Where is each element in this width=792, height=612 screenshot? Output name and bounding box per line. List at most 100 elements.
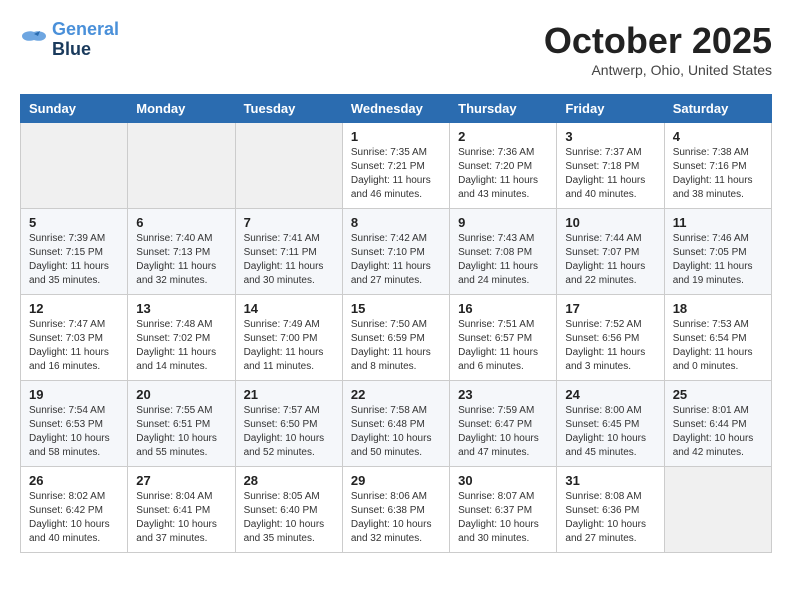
calendar-cell: 12 Sunrise: 7:47 AM Sunset: 7:03 PM Dayli… [21,295,128,381]
calendar-cell: 10 Sunrise: 7:44 AM Sunset: 7:07 PM Dayli… [557,209,664,295]
day-number: 29 [351,473,441,488]
logo: General Blue [20,20,119,60]
calendar-cell: 8 Sunrise: 7:42 AM Sunset: 7:10 PM Daylig… [342,209,449,295]
weekday-header-friday: Friday [557,95,664,123]
calendar-cell: 15 Sunrise: 7:50 AM Sunset: 6:59 PM Dayli… [342,295,449,381]
logo-icon [20,28,48,52]
day-info: Sunrise: 7:35 AM Sunset: 7:21 PM Dayligh… [351,146,441,202]
day-info: Sunrise: 7:49 AM Sunset: 7:00 PM Dayligh… [244,318,334,374]
calendar-cell: 28Sunrise: 8:05 AM Sunset: 6:40 PM Dayli… [235,467,342,553]
calendar-cell: 9 Sunrise: 7:43 AM Sunset: 7:08 PM Daylig… [450,209,557,295]
day-number: 1 [351,129,441,144]
day-info: Sunrise: 7:38 AM Sunset: 7:16 PM Dayligh… [673,146,763,202]
day-info: Sunrise: 7:42 AM Sunset: 7:10 PM Dayligh… [351,232,441,288]
day-number: 6 [136,215,226,230]
day-info: Sunrise: 7:50 AM Sunset: 6:59 PM Dayligh… [351,318,441,374]
calendar-cell: 31 Sunrise: 8:08 AM Sunset: 6:36 PM Dayli… [557,467,664,553]
header-row: SundayMondayTuesdayWednesdayThursdayFrid… [21,95,772,123]
weekday-header-monday: Monday [128,95,235,123]
calendar-week-2: 5 Sunrise: 7:39 AM Sunset: 7:15 PM Daylig… [21,209,772,295]
calendar-cell [21,123,128,209]
day-info: Sunrise: 7:51 AM Sunset: 6:57 PM Dayligh… [458,318,548,374]
day-number: 30 [458,473,548,488]
day-number: 20 [136,387,226,402]
calendar-cell: 25Sunrise: 8:01 AM Sunset: 6:44 PM Dayli… [664,381,771,467]
day-number: 15 [351,301,441,316]
day-number: 5 [29,215,119,230]
day-info: Sunrise: 7:59 AM Sunset: 6:47 PM Dayligh… [458,404,548,460]
day-number: 7 [244,215,334,230]
day-number: 25 [673,387,763,402]
day-info: Sunrise: 8:08 AM Sunset: 6:36 PM Dayligh… [565,490,655,546]
day-info: Sunrise: 8:04 AM Sunset: 6:41 PM Dayligh… [136,490,226,546]
day-info: Sunrise: 7:54 AM Sunset: 6:53 PM Dayligh… [29,404,119,460]
day-number: 14 [244,301,334,316]
day-number: 19 [29,387,119,402]
day-info: Sunrise: 7:41 AM Sunset: 7:11 PM Dayligh… [244,232,334,288]
calendar-cell: 29Sunrise: 8:06 AM Sunset: 6:38 PM Dayli… [342,467,449,553]
day-number: 9 [458,215,548,230]
day-number: 18 [673,301,763,316]
day-number: 26 [29,473,119,488]
calendar-cell: 30 Sunrise: 8:07 AM Sunset: 6:37 PM Dayli… [450,467,557,553]
day-number: 27 [136,473,226,488]
calendar-cell: 24Sunrise: 8:00 AM Sunset: 6:45 PM Dayli… [557,381,664,467]
day-info: Sunrise: 7:39 AM Sunset: 7:15 PM Dayligh… [29,232,119,288]
day-number: 22 [351,387,441,402]
calendar-cell: 1 Sunrise: 7:35 AM Sunset: 7:21 PM Daylig… [342,123,449,209]
day-number: 16 [458,301,548,316]
calendar-week-4: 19 Sunrise: 7:54 AM Sunset: 6:53 PM Dayli… [21,381,772,467]
calendar-cell: 7 Sunrise: 7:41 AM Sunset: 7:11 PM Daylig… [235,209,342,295]
calendar-cell: 5 Sunrise: 7:39 AM Sunset: 7:15 PM Daylig… [21,209,128,295]
calendar-cell: 13 Sunrise: 7:48 AM Sunset: 7:02 PM Dayli… [128,295,235,381]
weekday-header-wednesday: Wednesday [342,95,449,123]
day-number: 31 [565,473,655,488]
calendar-week-3: 12 Sunrise: 7:47 AM Sunset: 7:03 PM Dayli… [21,295,772,381]
calendar-table: SundayMondayTuesdayWednesdayThursdayFrid… [20,94,772,553]
calendar-cell: 17 Sunrise: 7:52 AM Sunset: 6:56 PM Dayli… [557,295,664,381]
day-info: Sunrise: 7:55 AM Sunset: 6:51 PM Dayligh… [136,404,226,460]
day-number: 12 [29,301,119,316]
weekday-header-saturday: Saturday [664,95,771,123]
day-info: Sunrise: 7:57 AM Sunset: 6:50 PM Dayligh… [244,404,334,460]
day-info: Sunrise: 7:43 AM Sunset: 7:08 PM Dayligh… [458,232,548,288]
location: Antwerp, Ohio, United States [544,62,772,78]
calendar-cell: 22Sunrise: 7:58 AM Sunset: 6:48 PM Dayli… [342,381,449,467]
day-number: 4 [673,129,763,144]
day-info: Sunrise: 7:40 AM Sunset: 7:13 PM Dayligh… [136,232,226,288]
calendar-cell: 21Sunrise: 7:57 AM Sunset: 6:50 PM Dayli… [235,381,342,467]
calendar-cell: 16 Sunrise: 7:51 AM Sunset: 6:57 PM Dayli… [450,295,557,381]
calendar-cell: 4 Sunrise: 7:38 AM Sunset: 7:16 PM Daylig… [664,123,771,209]
day-number: 13 [136,301,226,316]
day-number: 10 [565,215,655,230]
day-info: Sunrise: 7:52 AM Sunset: 6:56 PM Dayligh… [565,318,655,374]
logo-text-block: General Blue [52,20,119,60]
calendar-cell: 2 Sunrise: 7:36 AM Sunset: 7:20 PM Daylig… [450,123,557,209]
day-info: Sunrise: 7:44 AM Sunset: 7:07 PM Dayligh… [565,232,655,288]
weekday-header-sunday: Sunday [21,95,128,123]
day-info: Sunrise: 7:36 AM Sunset: 7:20 PM Dayligh… [458,146,548,202]
day-info: Sunrise: 7:46 AM Sunset: 7:05 PM Dayligh… [673,232,763,288]
month-title: October 2025 [544,20,772,62]
page-header: General Blue October 2025 Antwerp, Ohio,… [20,20,772,78]
calendar-cell: 11Sunrise: 7:46 AM Sunset: 7:05 PM Dayli… [664,209,771,295]
calendar-cell: 18 Sunrise: 7:53 AM Sunset: 6:54 PM Dayli… [664,295,771,381]
calendar-cell: 6 Sunrise: 7:40 AM Sunset: 7:13 PM Daylig… [128,209,235,295]
calendar-week-5: 26Sunrise: 8:02 AM Sunset: 6:42 PM Dayli… [21,467,772,553]
day-info: Sunrise: 8:07 AM Sunset: 6:37 PM Dayligh… [458,490,548,546]
day-info: Sunrise: 7:53 AM Sunset: 6:54 PM Dayligh… [673,318,763,374]
calendar-cell: 26Sunrise: 8:02 AM Sunset: 6:42 PM Dayli… [21,467,128,553]
day-number: 2 [458,129,548,144]
calendar-cell: 23 Sunrise: 7:59 AM Sunset: 6:47 PM Dayli… [450,381,557,467]
calendar-cell: 27 Sunrise: 8:04 AM Sunset: 6:41 PM Dayli… [128,467,235,553]
day-number: 8 [351,215,441,230]
calendar-cell [235,123,342,209]
day-number: 17 [565,301,655,316]
weekday-header-tuesday: Tuesday [235,95,342,123]
day-number: 3 [565,129,655,144]
day-info: Sunrise: 7:37 AM Sunset: 7:18 PM Dayligh… [565,146,655,202]
calendar-cell: 14 Sunrise: 7:49 AM Sunset: 7:00 PM Dayli… [235,295,342,381]
day-info: Sunrise: 7:48 AM Sunset: 7:02 PM Dayligh… [136,318,226,374]
day-number: 23 [458,387,548,402]
day-info: Sunrise: 7:47 AM Sunset: 7:03 PM Dayligh… [29,318,119,374]
